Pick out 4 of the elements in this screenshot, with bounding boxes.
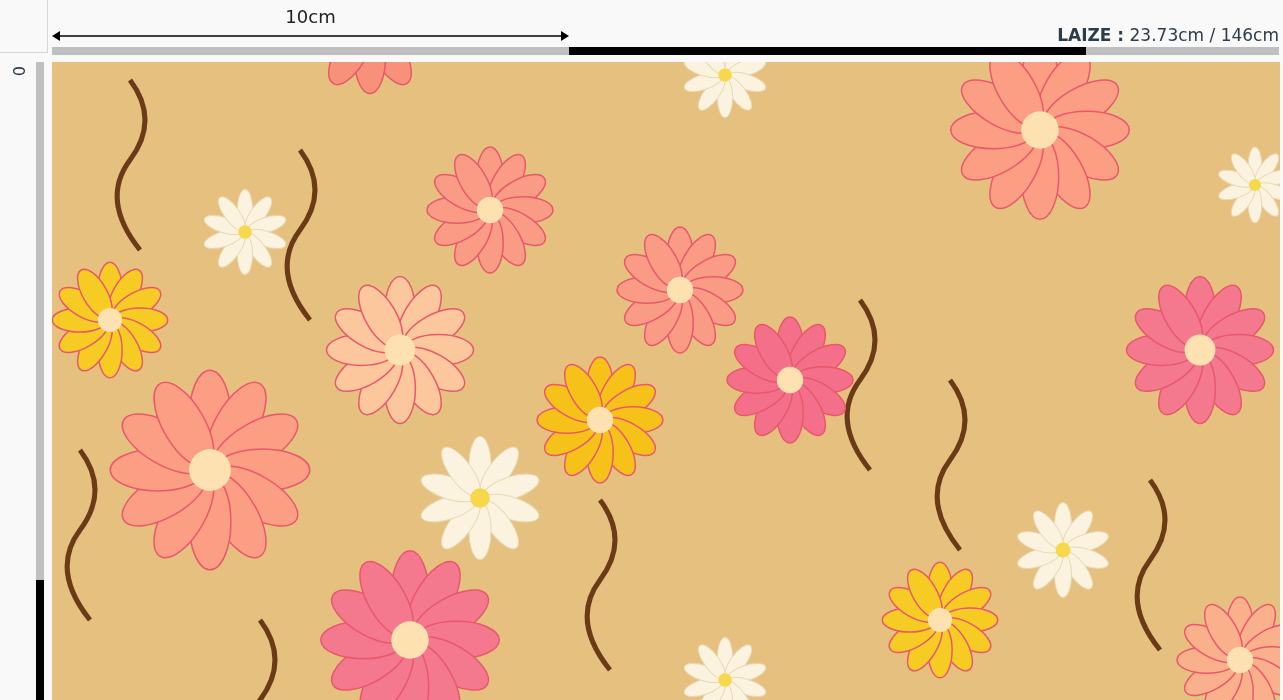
- side-ruler-label: 0: [10, 65, 26, 77]
- fabric-width-label: LAIZE : 23.73cm / 146cm: [1057, 27, 1279, 47]
- ruler-corner: [0, 0, 48, 53]
- ruler-span-label: 10cm: [285, 8, 336, 26]
